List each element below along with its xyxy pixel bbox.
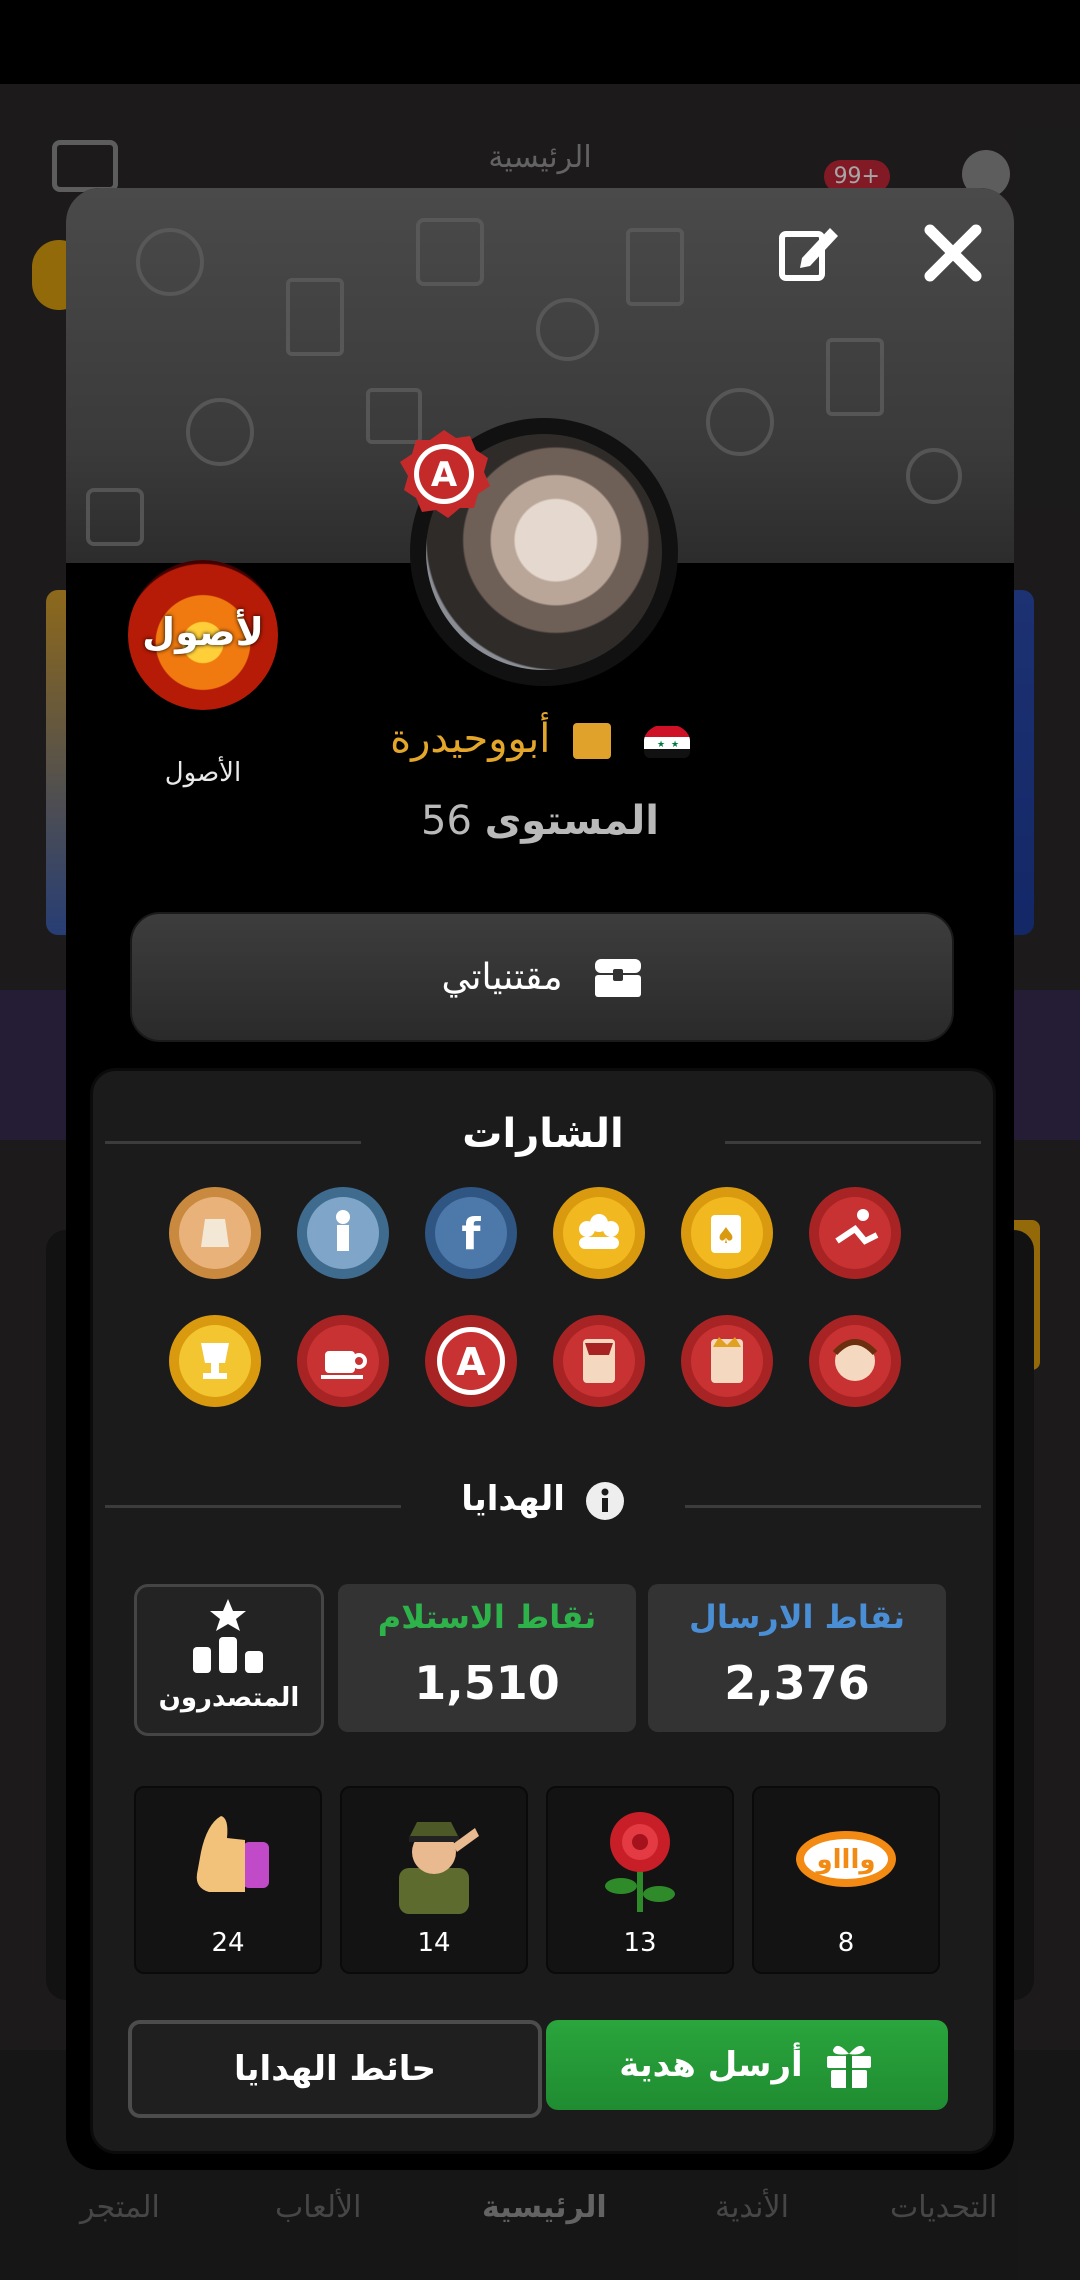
fez-badge-icon[interactable]	[167, 1185, 263, 1281]
gift-count: 24	[211, 1928, 245, 1958]
club-name: الأصول	[164, 758, 242, 788]
level-row: 56 المستوى	[66, 798, 1014, 844]
status-bar	[0, 0, 1080, 84]
gifts-title-row: الهدايا	[93, 1479, 993, 1521]
info-icon[interactable]	[585, 1481, 625, 1521]
crowd-badge-icon[interactable]	[295, 1185, 391, 1281]
gift-card-soldier[interactable]: 14	[340, 1786, 528, 1974]
thumbs-up-icon	[196, 1816, 269, 1892]
walloo-sticker-icon: واااو	[796, 1831, 896, 1887]
gift-icon	[826, 2045, 871, 2088]
svg-text:★: ★	[671, 740, 679, 750]
svg-text:♠: ♠	[716, 1224, 736, 1249]
sent-points-label: نقاط الارسال	[689, 1598, 905, 1636]
gift-count: 13	[623, 1928, 657, 1958]
rose-icon	[605, 1812, 675, 1912]
cards-badge-icon[interactable]: ♠	[679, 1185, 775, 1281]
close-icon[interactable]	[918, 218, 988, 288]
level-label: المستوى	[484, 798, 659, 844]
received-points-label: نقاط الاستلام	[377, 1598, 597, 1636]
ace-badge-icon: A	[400, 430, 490, 518]
username-row: أبووحيدرة ★ ★	[66, 716, 1014, 762]
facebook-badge-icon[interactable]: f	[423, 1185, 519, 1281]
runner-badge-icon[interactable]	[807, 1185, 903, 1281]
gift-card-rose[interactable]: 13	[546, 1786, 734, 1974]
sent-points-box: نقاط الارسال 2,376	[648, 1584, 946, 1732]
send-gift-label: أرسل هدية	[619, 2045, 803, 2085]
svg-text:واااو: واااو	[814, 1845, 875, 1875]
received-points-value: 1,510	[414, 1656, 560, 1710]
queen-badge-icon[interactable]	[807, 1313, 903, 1409]
coffee-badge-icon[interactable]	[295, 1313, 391, 1409]
profile-modal: A لأصول الأصول أبووحيدرة ★ ★ 56 المستوى …	[66, 188, 1014, 2170]
svg-text:A: A	[456, 1340, 486, 1384]
flag-icon: ★ ★	[643, 724, 690, 758]
my-items-button[interactable]: مقتنياتي	[130, 912, 954, 1042]
svg-text:A: A	[431, 455, 458, 495]
club-logo[interactable]: لأصول	[128, 560, 278, 710]
ace-badge-icon[interactable]: A	[423, 1313, 519, 1409]
vip-badge-icon	[573, 723, 612, 759]
chest-icon	[594, 959, 641, 997]
my-items-label: مقتنياتي	[441, 956, 563, 998]
svg-text:f: f	[461, 1209, 481, 1260]
edit-icon[interactable]	[774, 218, 844, 288]
jack-badge-icon[interactable]	[551, 1313, 647, 1409]
send-gift-button[interactable]: أرسل هدية	[546, 2020, 948, 2110]
gift-card-walloo[interactable]: واااو 8	[752, 1786, 940, 1974]
leaderboard-icon	[193, 1599, 263, 1673]
gift-card-thumbs-up[interactable]: 24	[134, 1786, 322, 1974]
badges-title: الشارات	[462, 1111, 624, 1157]
group-badge-icon[interactable]	[551, 1185, 647, 1281]
sent-points-value: 2,376	[724, 1656, 870, 1710]
leaders-label: المتصدرون	[158, 1683, 300, 1713]
gift-count: 8	[837, 1928, 855, 1958]
gift-count: 14	[417, 1928, 451, 1958]
gift-wall-button[interactable]: حائط الهدايا	[128, 2020, 542, 2118]
leaders-button[interactable]: المتصدرون	[134, 1584, 324, 1736]
received-points-box: نقاط الاستلام 1,510	[338, 1584, 636, 1732]
gifts-title: الهدايا	[461, 1479, 565, 1519]
level-value: 56	[421, 798, 472, 844]
soldier-salute-icon	[399, 1822, 479, 1914]
trophy-badge-icon[interactable]	[167, 1313, 263, 1409]
svg-text:★: ★	[657, 740, 665, 750]
username: أبووحيدرة	[390, 716, 551, 762]
king-badge-icon[interactable]	[679, 1313, 775, 1409]
